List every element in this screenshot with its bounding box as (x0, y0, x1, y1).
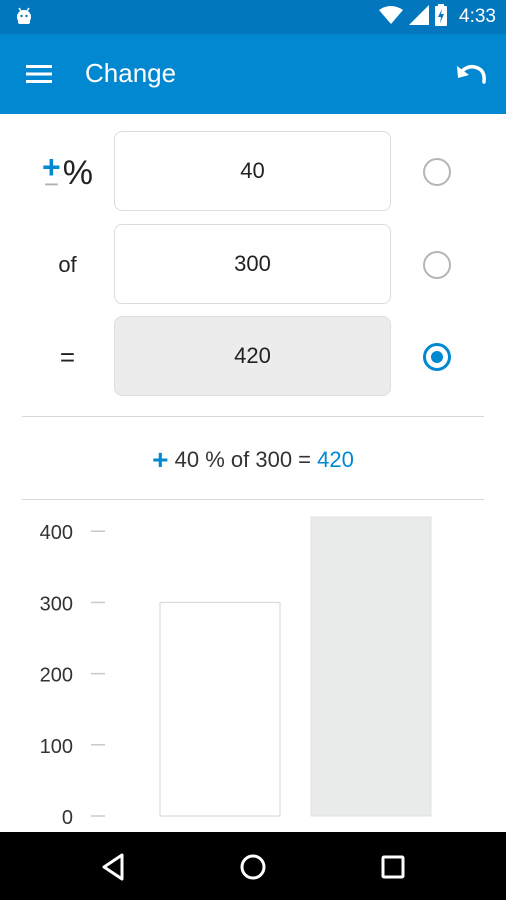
battery-charging-icon (435, 3, 448, 31)
signal-icon (409, 4, 430, 30)
minus-sign: − (43, 169, 59, 199)
y-tick-label: 100 (40, 736, 73, 758)
bar-base-value (159, 601, 281, 817)
bar-result-value (310, 516, 432, 817)
summary-text: 40 % of 300 = (168, 447, 318, 472)
undo-icon[interactable] (454, 58, 488, 92)
back-icon[interactable] (96, 850, 130, 884)
summary-result: 420 (317, 447, 354, 472)
bar-chart-svg: 0 100 200 300 400 (40, 516, 432, 829)
navigation-bar (0, 832, 506, 900)
summary-sign: + (152, 444, 169, 475)
status-time: 4:33 (459, 6, 496, 27)
percent-radio[interactable] (423, 158, 451, 186)
status-bar: 4:33 (0, 0, 506, 34)
result-input[interactable]: 420 (114, 316, 391, 396)
result-radio[interactable] (423, 343, 451, 371)
divider-top (22, 416, 484, 417)
percent-symbol: % (62, 153, 93, 192)
y-tick-label: 200 (40, 665, 73, 687)
menu-icon[interactable] (24, 62, 54, 86)
base-value: 300 (234, 251, 271, 276)
y-tick-label: 400 (40, 522, 73, 544)
app-bar: Change (0, 34, 506, 114)
y-tick-label: 0 (62, 807, 73, 829)
base-radio[interactable] (423, 251, 451, 279)
wifi-icon (379, 5, 404, 30)
y-tick-label: 300 (40, 593, 73, 615)
android-debug-icon (14, 6, 34, 33)
recents-icon[interactable] (376, 850, 410, 884)
base-input[interactable]: 300 (114, 224, 391, 304)
result-value: 420 (234, 343, 271, 368)
summary-line: + 40 % of 300 = 420 (0, 444, 506, 476)
of-label: of (58, 252, 77, 277)
percent-value: 40 (240, 158, 265, 183)
equals-label: = (59, 342, 76, 372)
bar-chart: 0 100 200 300 400 (0, 500, 506, 832)
percent-input[interactable]: 40 (114, 131, 391, 211)
app-title: Change (85, 58, 177, 88)
plus-minus-percent-toggle[interactable]: + − % (20, 148, 115, 198)
home-icon[interactable] (236, 850, 270, 884)
